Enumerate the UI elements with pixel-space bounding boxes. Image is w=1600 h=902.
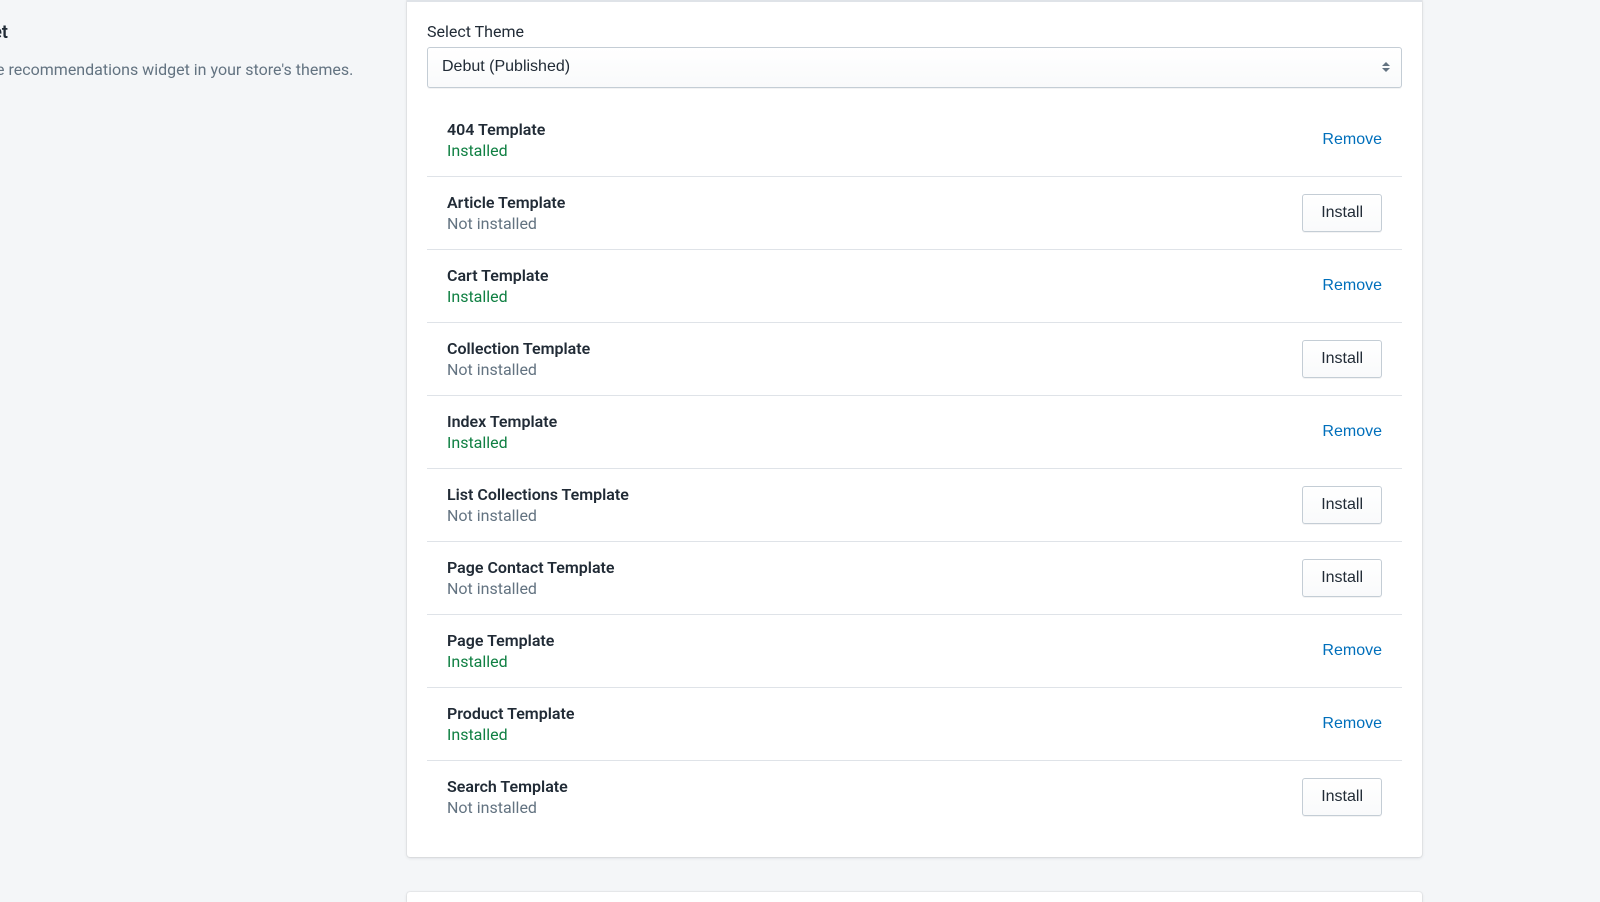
- next-card-peek: [407, 892, 1422, 902]
- template-name: Page Contact Template: [447, 558, 615, 577]
- sidebar: get the recommendations widget in your s…: [0, 0, 407, 902]
- template-info: Page Contact Template Not installed: [447, 558, 615, 598]
- template-status: Not installed: [447, 360, 590, 379]
- template-status: Installed: [447, 652, 554, 671]
- template-name: 404 Template: [447, 120, 545, 139]
- template-row: 404 Template Installed Remove: [427, 104, 1402, 177]
- template-info: Product Template Installed: [447, 704, 574, 744]
- template-row: Collection Template Not installed Install: [427, 323, 1402, 396]
- template-list: 404 Template Installed Remove Article Templ…: [427, 104, 1402, 833]
- install-button[interactable]: Install: [1302, 559, 1382, 597]
- install-button[interactable]: Install: [1302, 486, 1382, 524]
- remove-link[interactable]: Remove: [1322, 715, 1382, 733]
- template-status: Installed: [447, 725, 574, 744]
- theme-card: Select Theme Debut (Published) 404 Templ…: [407, 0, 1422, 857]
- template-row: List Collections Template Not installed In…: [427, 469, 1402, 542]
- template-row: Article Template Not installed Install: [427, 177, 1402, 250]
- template-row: Page Template Installed Remove: [427, 615, 1402, 688]
- remove-link[interactable]: Remove: [1322, 642, 1382, 660]
- template-info: 404 Template Installed: [447, 120, 545, 160]
- template-info: Page Template Installed: [447, 631, 554, 671]
- template-name: Index Template: [447, 412, 557, 431]
- section-description: the recommendations widget in your store…: [0, 59, 387, 81]
- install-button[interactable]: Install: [1302, 340, 1382, 378]
- remove-link[interactable]: Remove: [1322, 131, 1382, 149]
- template-row: Index Template Installed Remove: [427, 396, 1402, 469]
- section-title: get: [0, 22, 387, 43]
- template-info: Search Template Not installed: [447, 777, 568, 817]
- template-name: Product Template: [447, 704, 574, 723]
- template-name: Cart Template: [447, 266, 549, 285]
- template-info: Collection Template Not installed: [447, 339, 590, 379]
- template-name: List Collections Template: [447, 485, 629, 504]
- template-status: Not installed: [447, 579, 615, 598]
- template-name: Search Template: [447, 777, 568, 796]
- template-status: Installed: [447, 433, 557, 452]
- template-info: Cart Template Installed: [447, 266, 549, 306]
- template-status: Not installed: [447, 798, 568, 817]
- main-content: Select Theme Debut (Published) 404 Templ…: [407, 0, 1600, 902]
- template-row: Page Contact Template Not installed Instal…: [427, 542, 1402, 615]
- template-name: Article Template: [447, 193, 565, 212]
- template-status: Installed: [447, 287, 549, 306]
- template-name: Page Template: [447, 631, 554, 650]
- template-info: Index Template Installed: [447, 412, 557, 452]
- template-status: Not installed: [447, 214, 565, 233]
- template-row: Product Template Installed Remove: [427, 688, 1402, 761]
- template-row: Cart Template Installed Remove: [427, 250, 1402, 323]
- template-status: Installed: [447, 141, 545, 160]
- template-info: Article Template Not installed: [447, 193, 565, 233]
- theme-select[interactable]: Debut (Published): [427, 47, 1402, 88]
- template-status: Not installed: [447, 506, 629, 525]
- remove-link[interactable]: Remove: [1322, 423, 1382, 441]
- select-theme-label: Select Theme: [427, 22, 1402, 41]
- template-row: Search Template Not installed Install: [427, 761, 1402, 833]
- install-button[interactable]: Install: [1302, 194, 1382, 232]
- template-info: List Collections Template Not installed: [447, 485, 629, 525]
- theme-select-wrapper: Debut (Published): [427, 47, 1402, 88]
- template-name: Collection Template: [447, 339, 590, 358]
- remove-link[interactable]: Remove: [1322, 277, 1382, 295]
- install-button[interactable]: Install: [1302, 778, 1382, 816]
